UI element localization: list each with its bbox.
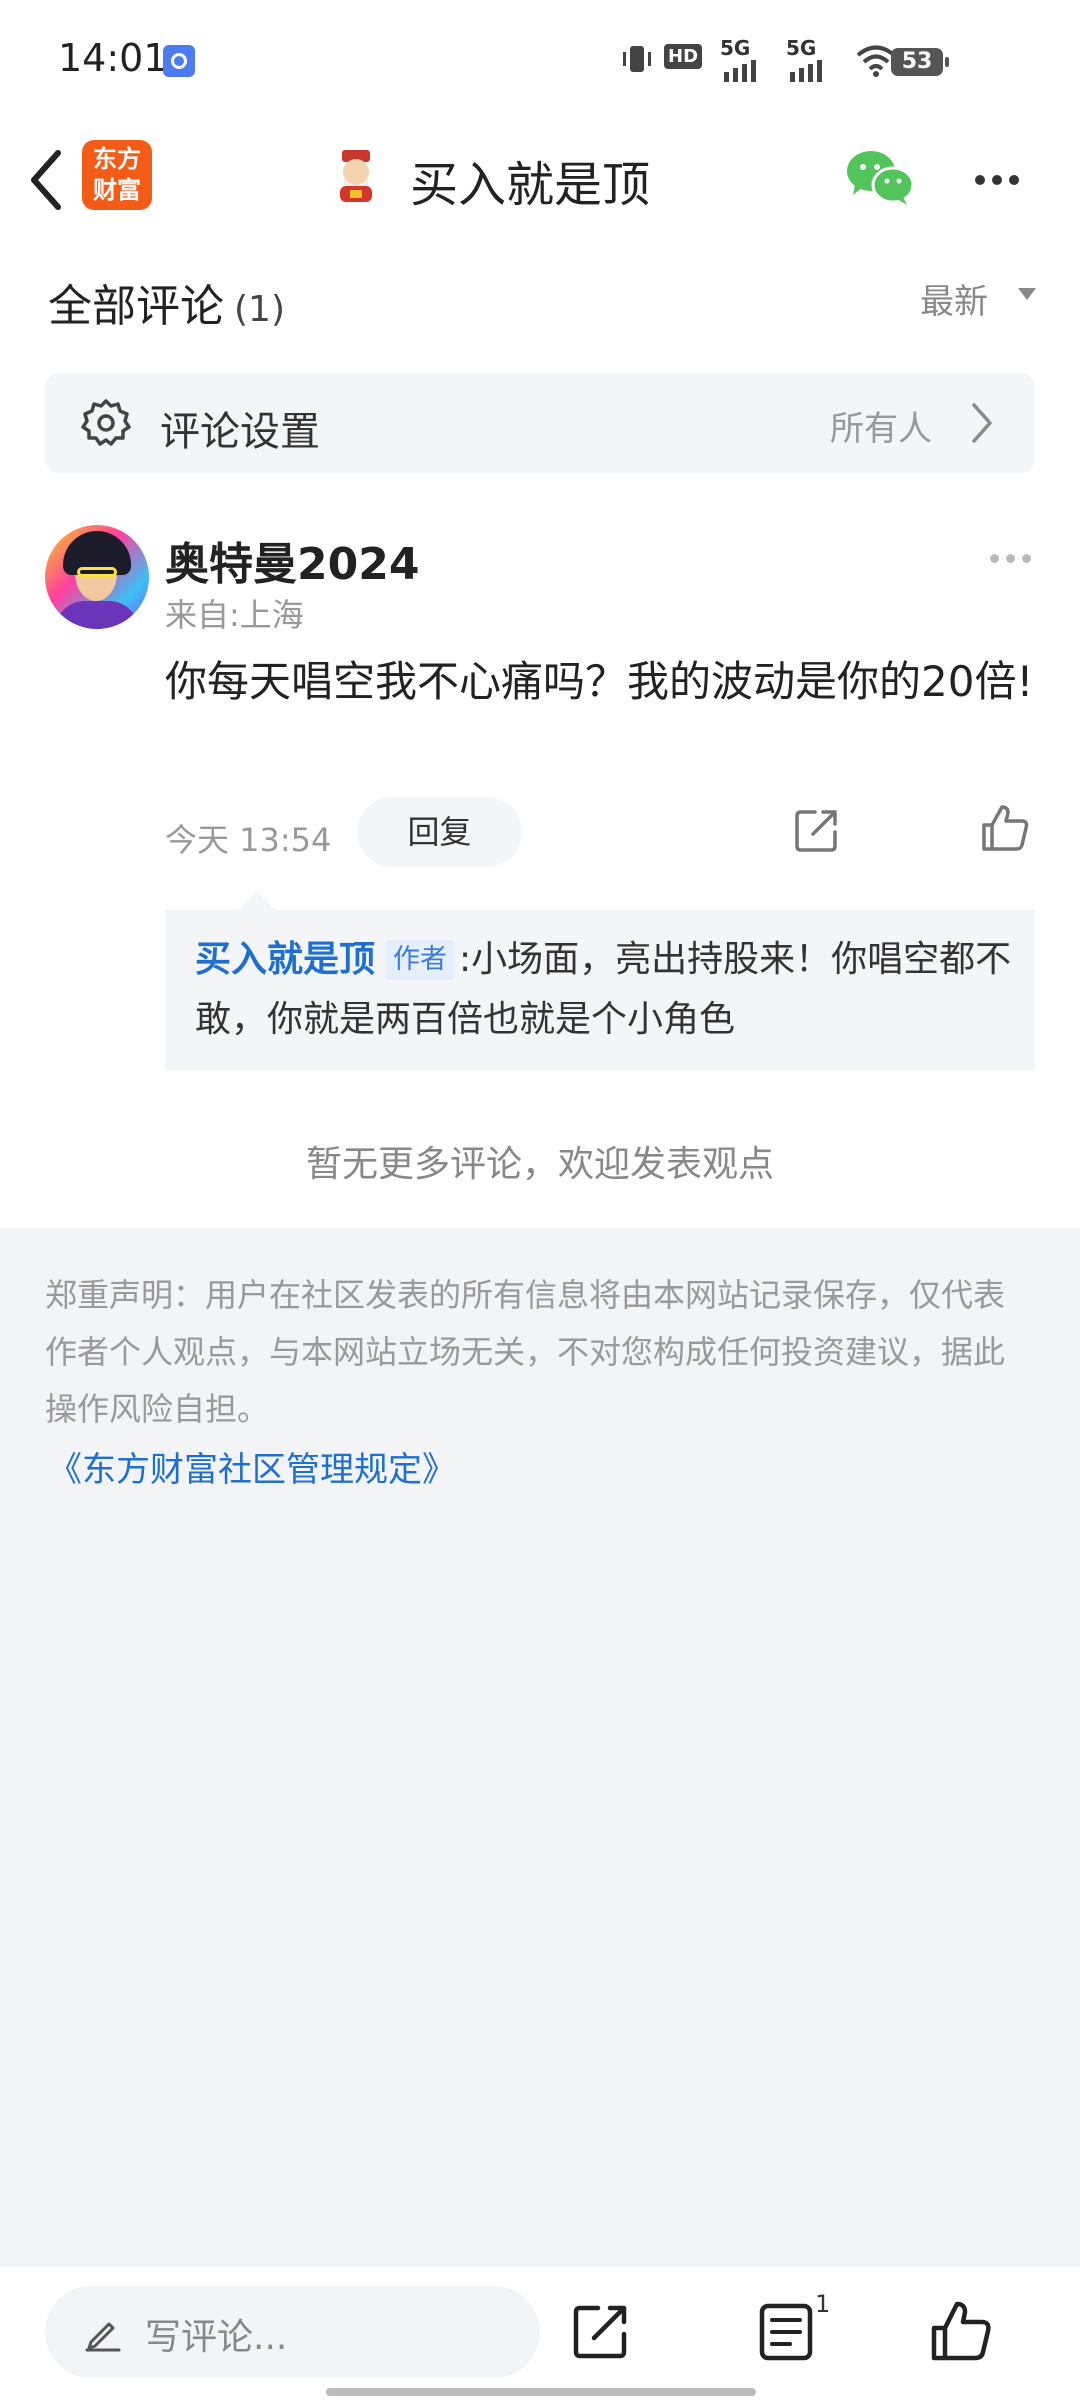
comment-location: 来自:上海: [165, 596, 304, 634]
signal-icon-1: [724, 60, 756, 82]
reply-caret: [238, 891, 276, 910]
section-title: 全部评论 (1): [48, 270, 285, 334]
comment-more-icon[interactable]: [990, 548, 1050, 563]
community-rules-link[interactable]: 《东方财富社区管理规定》: [48, 1442, 456, 1491]
home-indicator[interactable]: [326, 2388, 756, 2396]
battery-indicator: 53: [891, 48, 949, 76]
wechat-icon[interactable]: [845, 147, 915, 207]
brand-logo[interactable]: 东方 财富: [82, 140, 152, 210]
wifi-icon: [856, 45, 896, 77]
brand-logo-line2: 财富: [93, 176, 141, 204]
brand-logo-line1: 东方: [93, 145, 141, 173]
pen-icon: [85, 2322, 121, 2352]
comment-time: 今天 13:54: [165, 821, 332, 859]
back-icon[interactable]: [22, 145, 72, 215]
reply-thread[interactable]: 买入就是顶 作者:小场面，亮出持股来！你唱空都不敢，你就是两百倍也就是个小角色: [165, 910, 1035, 1070]
write-comment-placeholder: 写评论...: [145, 2317, 288, 2358]
hd-badge: HD: [664, 44, 703, 69]
comment-count-badge: 1: [815, 2290, 831, 2318]
notification-app-icon: [163, 45, 195, 77]
no-more-comments: 暂无更多评论，欢迎发表观点: [305, 1144, 774, 1185]
chevron-right-icon: [972, 403, 992, 443]
gear-icon: [81, 399, 131, 446]
thumbs-up-icon[interactable]: [980, 803, 1030, 853]
bottom-action-bar: 写评论... 1: [0, 2265, 1080, 2401]
vibrate-icon: [623, 46, 651, 72]
comment-settings-row[interactable]: 评论设置 所有人: [45, 373, 1035, 473]
comment-list-icon[interactable]: [758, 2302, 814, 2362]
avatar[interactable]: [45, 525, 149, 629]
thumbs-up-icon[interactable]: [930, 2300, 992, 2362]
page-title: 买入就是顶: [410, 157, 651, 213]
status-time: 14:01: [58, 36, 168, 80]
author-badge: 作者: [385, 940, 456, 980]
section-title-label: 全部评论: [48, 281, 224, 332]
reply-button[interactable]: 回复: [357, 797, 522, 867]
comment-count: (1): [234, 289, 285, 330]
disclaimer-text: 郑重声明：用户在社区发表的所有信息将由本网站记录保存，仅代表作者个人观点，与本网…: [45, 1276, 1006, 1428]
share-icon[interactable]: [793, 806, 841, 854]
settings-label: 评论设置: [160, 409, 320, 455]
reply-text: 买入就是顶 作者:小场面，亮出持股来！你唱空都不敢，你就是两百倍也就是个小角色: [195, 930, 1015, 1050]
status-bar: 14:01 HD 5G 5G 53: [0, 0, 1080, 115]
top-nav-bar: 东方 财富 买入就是顶: [0, 115, 1080, 244]
reply-author[interactable]: 买入就是顶: [195, 939, 375, 980]
signal-icon-2: [790, 60, 822, 82]
more-options-icon[interactable]: [975, 170, 1029, 185]
status-indicators: HD 5G 5G 53: [620, 36, 1080, 86]
sort-dropdown[interactable]: 最新: [920, 274, 988, 323]
comment-username[interactable]: 奥特曼2024: [165, 528, 419, 592]
mascot-icon: [340, 150, 372, 202]
write-comment-input[interactable]: 写评论...: [45, 2286, 540, 2378]
share-icon[interactable]: [570, 2300, 632, 2362]
caret-down-icon[interactable]: [1018, 288, 1036, 300]
settings-value: 所有人: [830, 409, 932, 449]
comment-text: 你每天唱空我不心痛吗？我的波动是你的20倍!: [165, 657, 1034, 706]
